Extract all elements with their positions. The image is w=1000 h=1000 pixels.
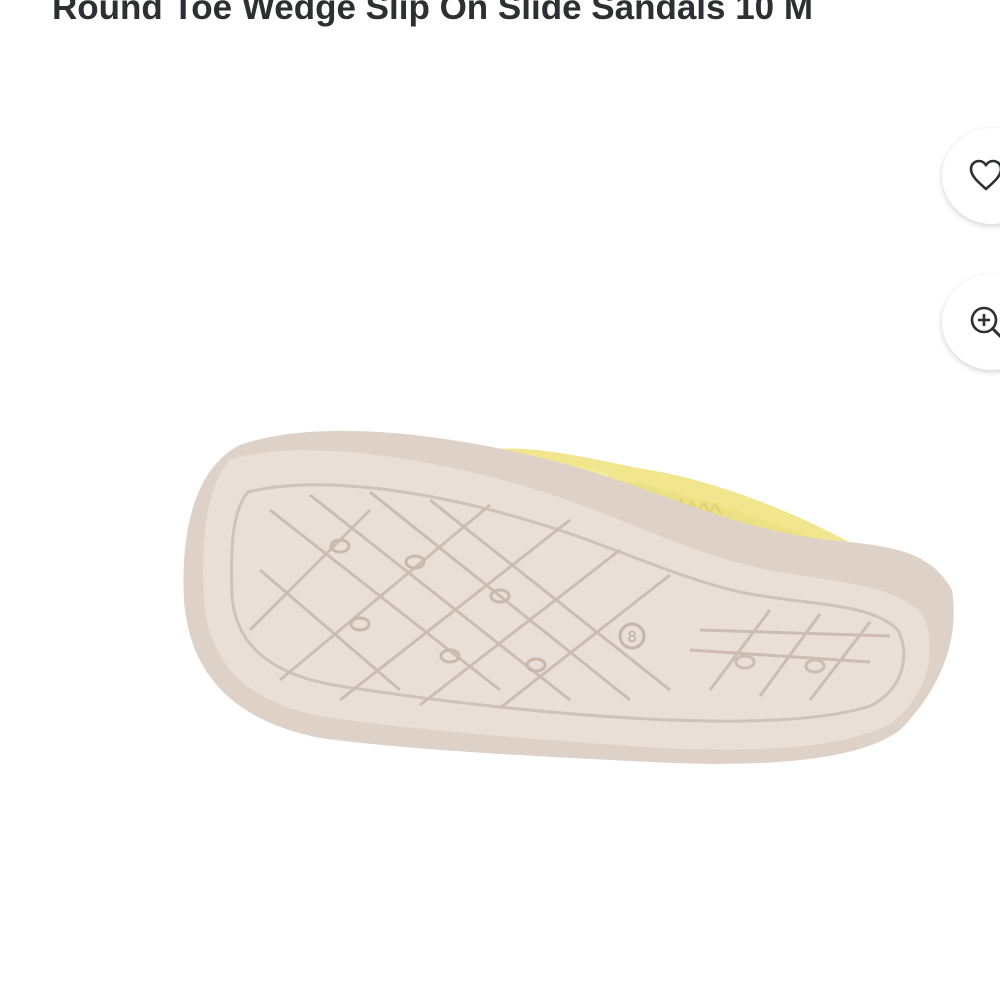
product-title: Round Toe Wedge Slip On Slide Sandals 10… xyxy=(0,0,1000,34)
favorite-button[interactable] xyxy=(942,128,1000,224)
zoom-button[interactable] xyxy=(942,274,1000,370)
heart-icon xyxy=(969,159,1000,191)
product-page: Round Toe Wedge Slip On Slide Sandals 10… xyxy=(0,0,1000,1000)
zoom-in-icon xyxy=(970,306,1000,339)
product-title-line-2: Round Toe Wedge Slip On Slide Sandals 10… xyxy=(52,0,814,27)
size-mark: 8 xyxy=(627,628,637,646)
product-image: 8 xyxy=(183,430,954,764)
